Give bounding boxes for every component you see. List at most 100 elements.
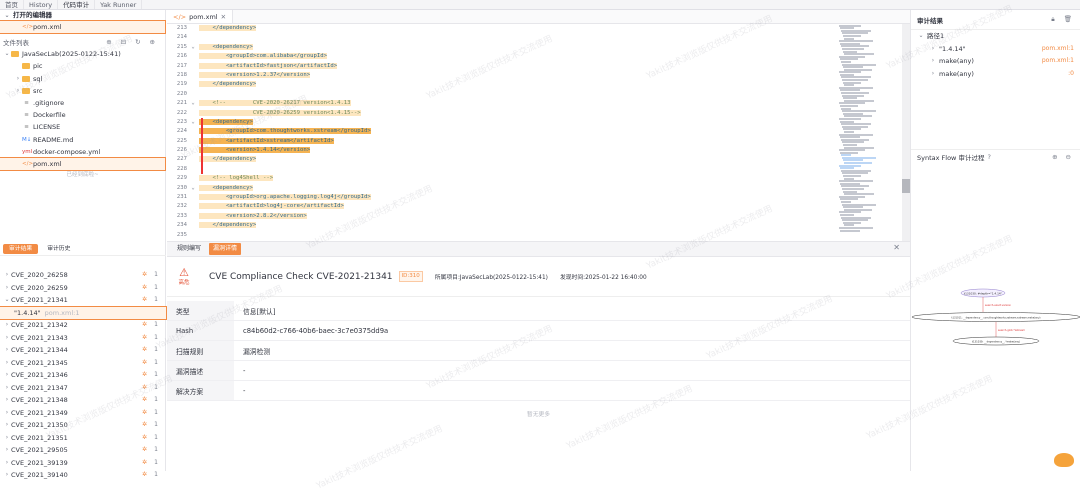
result-count: 1 (154, 457, 158, 469)
code-line: 227 </dependency> (167, 155, 837, 164)
audit-path-item[interactable]: ›"1.4.14"pom.xml:1 (911, 43, 1080, 56)
audit-path-label: "1.4.14" (939, 43, 966, 55)
gutter (187, 33, 199, 42)
result-rule-item[interactable]: ›CVE_2021_21346✲1 (0, 369, 166, 382)
line-number: 223 (167, 118, 187, 127)
result-rule-item[interactable]: ›CVE_2020_26258✲1 (0, 269, 166, 282)
vertical-scrollbar[interactable] (902, 24, 910, 241)
close-icon[interactable]: ✕ (893, 243, 900, 252)
minimap[interactable] (839, 24, 903, 241)
result-rule-item[interactable]: ⌄CVE_2021_21341✲1 (0, 294, 166, 307)
result-rule-item[interactable]: ›CVE_2021_21345✲1 (0, 357, 166, 370)
code-token: CVE-2020-26259 version<1.4.15--> (199, 110, 361, 116)
result-count: 1 (154, 332, 158, 344)
tab-home[interactable]: 首页 (0, 0, 24, 9)
detail-value: - (234, 387, 245, 395)
code-token: </dependency> (199, 25, 256, 31)
detail-row: 类型信息[默认] (167, 301, 910, 321)
tab-audit-result[interactable]: 审计结果 (3, 244, 38, 254)
file-tree-item[interactable]: ≡.gitignore (0, 97, 165, 109)
code-token: </dependency> (199, 81, 256, 87)
code-token: <!-- CVE-2020-26217 version<1.4.13 (199, 100, 351, 106)
gutter (187, 221, 199, 230)
file-tree-label: pic (33, 60, 43, 72)
file-tree-item[interactable]: ≡LICENSE (0, 121, 165, 133)
vuln-title: CVE Compliance Check CVE-2021-21341 (209, 272, 393, 282)
add-icon[interactable]: ⊕ (150, 38, 155, 46)
chevron-right-icon: › (14, 73, 22, 85)
open-editor-item[interactable]: </> pom.xml (0, 21, 165, 33)
result-rule-item[interactable]: ›CVE_2021_21343✲1 (0, 332, 166, 345)
code-line: 221⌄ <!-- CVE-2020-26217 version<1.4.13 (167, 99, 837, 108)
file-tree-item[interactable]: ›sql (0, 73, 165, 85)
fold-chevron-icon[interactable]: ⌄ (187, 184, 199, 193)
fold-chevron-icon[interactable]: ⌄ (187, 99, 199, 108)
file-tree-item[interactable]: ymldocker-compose.yml (0, 146, 165, 158)
help-icon[interactable]: ? (987, 153, 990, 161)
code-token: <!-- log4Shell --> (199, 175, 273, 181)
result-rule-item[interactable]: ›CVE_2021_21344✲1 (0, 344, 166, 357)
scroll-thumb[interactable] (902, 179, 910, 193)
collapse-icon[interactable]: ⊟ (121, 38, 126, 46)
no-more-text: 暂无更多 (167, 409, 910, 418)
code-text: CVE-2020-26259 version<1.4.15--> (199, 109, 361, 118)
code-text: <!-- CVE-2020-26217 version<1.4.13 (199, 99, 351, 108)
file-tree-item[interactable]: ⌄JavaSecLab(2025-0122-15:41) (0, 48, 165, 60)
file-tree-item[interactable]: </>pom.xml (0, 158, 165, 170)
line-number: 217 (167, 62, 187, 71)
line-number: 235 (167, 231, 187, 240)
editor-tab[interactable]: </> pom.xml ✕ (167, 10, 233, 23)
code-line: 223⌄ <dependency> (167, 118, 837, 127)
result-rule-item[interactable]: ›CVE_2021_21351✲1 (0, 432, 166, 445)
result-rule-item[interactable]: ›CVE_2021_21342✲1 (0, 319, 166, 332)
lock-icon[interactable]: 🔒︎ (1051, 15, 1054, 24)
tab-code-audit[interactable]: 代码审计 (58, 0, 95, 9)
refresh-icon[interactable]: ↻ (135, 38, 140, 46)
bug-icon: ✲ (142, 282, 147, 294)
tab-audit-history[interactable]: 审计历史 (41, 244, 76, 254)
detail-tabs: 规则编写 漏洞详情 ✕ (167, 242, 910, 257)
result-rule-item[interactable]: ›CVE_2021_21347✲1 (0, 382, 166, 395)
fold-chevron-icon[interactable]: ⌄ (187, 43, 199, 52)
result-rule-item[interactable]: ›CVE_2021_21349✲1 (0, 407, 166, 420)
tab-rule-editor[interactable]: 规则编写 (173, 243, 205, 255)
result-match-item[interactable]: "1.4.14"pom.xml:1 (0, 307, 166, 320)
mascot-icon (1054, 453, 1074, 467)
gutter (187, 62, 199, 71)
code-token: <groupId>org.apache.logging.log4j</group… (199, 194, 371, 200)
trash-icon[interactable]: 🗑︎ (1064, 15, 1072, 24)
file-tree-item[interactable]: ≡Dockerfile (0, 109, 165, 121)
result-list: ›CVE_2020_26258✲1›CVE_2020_26259✲1⌄CVE_2… (0, 269, 166, 482)
audit-path-item[interactable]: ›make(any)pom.xml:1 (911, 55, 1080, 68)
left-sidebar: ⌄ 打开的编辑器 </> pom.xml 文件列表 ⊕ ⊟ ↻ ⊕ ⌄JavaS… (0, 10, 166, 471)
open-editors-header[interactable]: ⌄ 打开的编辑器 (0, 10, 165, 21)
result-rule-label: CVE_2021_21341 (11, 294, 68, 306)
vuln-id-badge: ID:310 (399, 271, 423, 282)
audit-path-item[interactable]: ⌄路径1 (911, 30, 1080, 43)
close-icon[interactable]: ✕ (221, 10, 226, 23)
locate-icon[interactable]: ⊕ (106, 38, 111, 46)
tab-vuln-detail[interactable]: 漏洞详情 (209, 243, 241, 255)
result-rule-item[interactable]: ›CVE_2021_21350✲1 (0, 419, 166, 432)
file-tree-item[interactable]: M↓README.md (0, 134, 165, 146)
file-tree-item[interactable]: pic (0, 60, 165, 72)
tab-yak-runner[interactable]: Yak Runner (95, 0, 142, 9)
chevron-right-icon: › (3, 457, 11, 469)
code-text: <!-- log4Shell --> (199, 174, 273, 183)
result-rule-item[interactable]: ›CVE_2021_21348✲1 (0, 394, 166, 407)
file-tree-item[interactable]: ›src (0, 85, 165, 97)
code-area[interactable]: 213 </dependency>214215⌄ <dependency>216… (167, 24, 837, 241)
flow-graph[interactable]: t131030: #depth="1.4.14" search-exact:ve… (911, 280, 1080, 360)
bug-icon: ✲ (142, 419, 147, 431)
line-number: 227 (167, 155, 187, 164)
zoom-in-icon[interactable]: ⊕ (1052, 153, 1057, 161)
result-rule-label: CVE_2021_21351 (11, 432, 68, 444)
line-number: 230 (167, 184, 187, 193)
tab-history[interactable]: History (24, 0, 58, 9)
zoom-out-icon[interactable]: ⊖ (1066, 153, 1071, 161)
fold-chevron-icon[interactable]: ⌄ (187, 118, 199, 127)
result-rule-item[interactable]: ›CVE_2021_29505✲1 (0, 444, 166, 457)
audit-path-item[interactable]: ›make(any):0 (911, 68, 1080, 81)
result-rule-item[interactable]: ›CVE_2020_26259✲1 (0, 282, 166, 295)
result-rule-item[interactable]: ›CVE_2021_39139✲1 (0, 457, 166, 470)
